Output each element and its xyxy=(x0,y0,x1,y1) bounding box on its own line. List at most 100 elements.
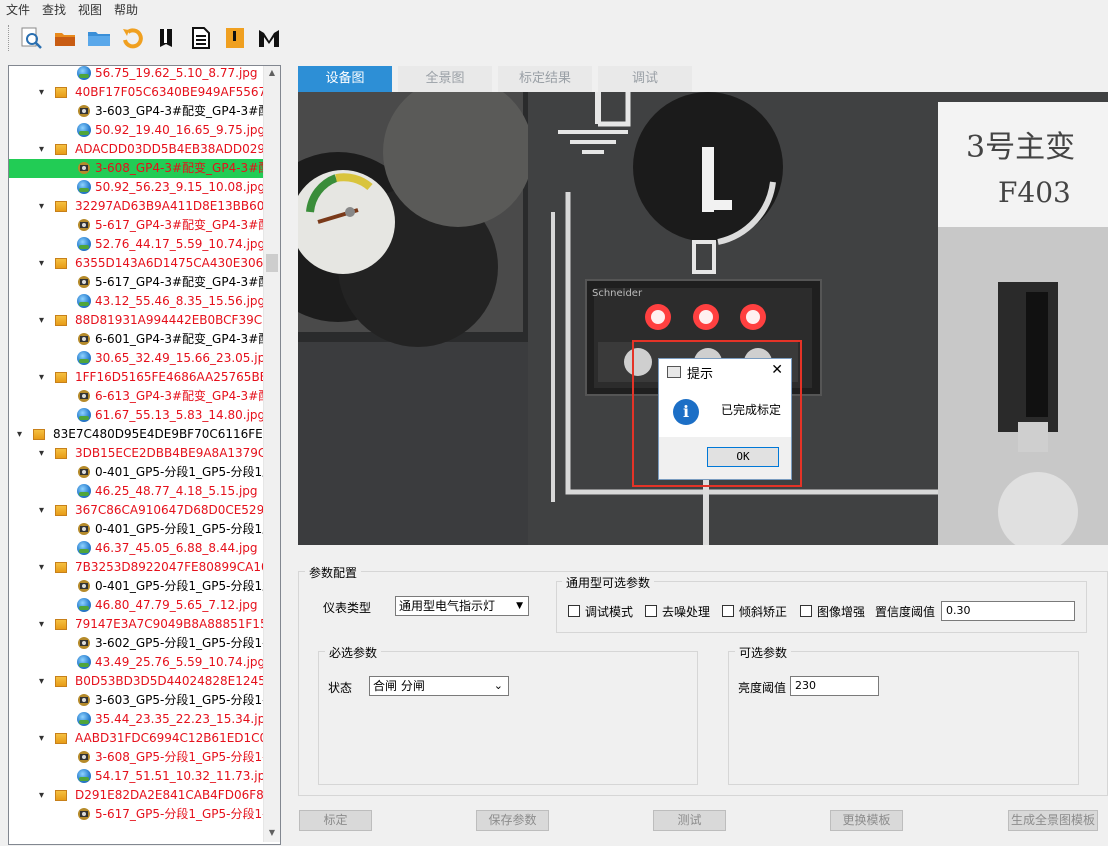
confidence-input[interactable]: 0.30 xyxy=(941,601,1075,621)
state-label: 状态 xyxy=(328,681,353,695)
m-icon[interactable] xyxy=(254,23,284,53)
denoise-label: 去噪处理 xyxy=(662,605,711,619)
expand-arrow-icon[interactable]: ▾ xyxy=(39,729,44,748)
folder-icon[interactable] xyxy=(84,23,114,53)
image-globe-icon xyxy=(77,541,91,555)
tree-scrollbar[interactable]: ▲ ▼ xyxy=(263,66,280,842)
scroll-up-icon[interactable]: ▲ xyxy=(264,68,280,77)
menu-view[interactable]: 视图 xyxy=(72,1,108,18)
expand-arrow-icon[interactable]: ▾ xyxy=(39,368,44,387)
tree-file-row[interactable]: 6-601_GP4-3#配变_GP4-3#配 xyxy=(9,330,264,349)
expand-arrow-icon[interactable]: ▾ xyxy=(39,311,44,330)
tree-file-row[interactable]: 43.12_55.46_8.35_15.56.jpg xyxy=(9,292,264,311)
tree-file-row[interactable]: 5-617_GP5-分段1_GP5-分段1- xyxy=(9,805,264,824)
camera-icon xyxy=(77,807,91,821)
tree-file-row[interactable]: 46.80_47.79_5.65_7.12.jpg xyxy=(9,596,264,615)
tree-file-row[interactable]: 3-608_GP4-3#配变_GP4-3#配 xyxy=(9,159,264,178)
tree-folder-row[interactable]: ▾ 367C86CA910647D68D0CE52926 xyxy=(9,501,264,520)
tree-file-row[interactable]: 3-603_GP4-3#配变_GP4-3#配 xyxy=(9,102,264,121)
tree-file-row[interactable]: 50.92_19.40_16.65_9.75.jpg xyxy=(9,121,264,140)
tree-folder-row[interactable]: ▾ B0D53BD3D5D44024828E1245F7 xyxy=(9,672,264,691)
meter-type-select[interactable]: 通用型电气指示灯 ▼ xyxy=(395,596,529,616)
calibrate-button[interactable]: 标定 xyxy=(299,810,372,831)
tree-file-row[interactable]: 5-617_GP4-3#配变_GP4-3#配 xyxy=(9,273,264,292)
tree-folder-row[interactable]: ▾ 32297AD63B9A411D8E13BB60D xyxy=(9,197,264,216)
tree-file-row[interactable]: 50.92_56.23_9.15_10.08.jpg xyxy=(9,178,264,197)
tree-file-row[interactable]: 43.49_25.76_5.59_10.74.jpg xyxy=(9,653,264,672)
expand-arrow-icon[interactable]: ▾ xyxy=(39,254,44,273)
tree-file-row[interactable]: 0-401_GP5-分段1_GP5-分段1局 xyxy=(9,520,264,539)
tree-folder-row[interactable]: ▾ 88D81931A994442EB0BCF39CFE xyxy=(9,311,264,330)
tree-file-row[interactable]: 3-608_GP5-分段1_GP5-分段1- xyxy=(9,748,264,767)
tree-file-row[interactable]: 54.17_51.51_10.32_11.73.jpg xyxy=(9,767,264,786)
document-icon[interactable] xyxy=(186,23,216,53)
tree-folder-row[interactable]: ▾ AABD31FDC6994C12B61ED1C0B xyxy=(9,729,264,748)
toolbar xyxy=(0,20,1108,56)
file-tree[interactable]: 56.75_19.62_5.10_8.77.jpg ▾ 40BF17F05C6340… xyxy=(8,65,281,845)
debug-mode-checkbox[interactable] xyxy=(568,605,580,617)
tree-file-row[interactable]: 61.67_55.13_5.83_14.80.jpg xyxy=(9,406,264,425)
bookmark-icon[interactable] xyxy=(220,23,250,53)
expand-arrow-icon[interactable]: ▾ xyxy=(39,786,44,805)
menu-help[interactable]: 帮助 xyxy=(108,1,144,18)
expand-arrow-icon[interactable]: ▾ xyxy=(39,197,44,216)
tree-folder-row[interactable]: ▾ 83E7C480D95E4DE9BF70C6116FE7D xyxy=(9,425,264,444)
change-template-button[interactable]: 更换模板 xyxy=(830,810,903,831)
denoise-checkbox[interactable] xyxy=(645,605,657,617)
save-params-button[interactable]: 保存参数 xyxy=(476,810,549,831)
tree-file-row[interactable]: 0-401_GP5-分段1_GP5-分段1局 xyxy=(9,577,264,596)
scroll-down-icon[interactable]: ▼ xyxy=(264,828,280,837)
expand-arrow-icon[interactable]: ▾ xyxy=(39,615,44,634)
tree-file-row[interactable]: 52.76_44.17_5.59_10.74.jpg xyxy=(9,235,264,254)
tree-file-row[interactable]: 3-603_GP5-分段1_GP5-分段1- xyxy=(9,691,264,710)
expand-arrow-icon[interactable]: ▾ xyxy=(39,140,44,159)
open-folder-icon[interactable] xyxy=(50,23,80,53)
tab-debug[interactable]: 调试 xyxy=(598,66,692,92)
folder-icon xyxy=(55,448,67,459)
expand-arrow-icon[interactable]: ▾ xyxy=(39,672,44,691)
tab-calibration-result[interactable]: 标定结果 xyxy=(498,66,592,92)
tree-file-row[interactable]: 5-617_GP4-3#配变_GP4-3#配 xyxy=(9,216,264,235)
tree-file-row[interactable]: 56.75_19.62_5.10_8.77.jpg xyxy=(9,66,264,83)
folder-icon xyxy=(55,505,67,516)
menu-find[interactable]: 查找 xyxy=(36,1,72,18)
tree-folder-row[interactable]: ▾ D291E82DA2E841CAB4FD06F88E xyxy=(9,786,264,805)
tree-item-label: 3-608_GP5-分段1_GP5-分段1- xyxy=(95,750,264,764)
tilt-correct-checkbox[interactable] xyxy=(722,605,734,617)
expand-arrow-icon[interactable]: ▾ xyxy=(39,83,44,102)
tab-panorama[interactable]: 全景图 xyxy=(398,66,492,92)
state-select[interactable]: 合闸 分闸 ⌄ xyxy=(369,676,509,696)
dialog-titlebar[interactable]: 提示 ✕ xyxy=(659,359,791,385)
close-icon[interactable]: ✕ xyxy=(771,362,783,378)
tree-folder-row[interactable]: ▾ 6355D143A6D1475CA430E30642 xyxy=(9,254,264,273)
search-doc-icon[interactable] xyxy=(16,23,46,53)
tree-folder-row[interactable]: ▾ 1FF16D5165FE4686AA25765BE2 xyxy=(9,368,264,387)
enhance-checkbox[interactable] xyxy=(800,605,812,617)
tree-file-row[interactable]: 0-401_GP5-分段1_GP5-分段1局 xyxy=(9,463,264,482)
generate-panorama-template-button[interactable]: 生成全景图模板 xyxy=(1008,810,1098,831)
tree-file-row[interactable]: 30.65_32.49_15.66_23.05.jpg xyxy=(9,349,264,368)
tree-folder-row[interactable]: ▾ ADACDD03DD5B4EB38ADD029C xyxy=(9,140,264,159)
expand-arrow-icon[interactable]: ▾ xyxy=(39,444,44,463)
refresh-icon[interactable] xyxy=(118,23,148,53)
expand-arrow-icon[interactable]: ▾ xyxy=(17,425,22,444)
brightness-input[interactable]: 230 xyxy=(790,676,879,696)
tree-folder-row[interactable]: ▾ 3DB15ECE2DBB4BE9A8A1379C3 xyxy=(9,444,264,463)
tree-folder-row[interactable]: ▾ 79147E3A7C9049B8A88851F15D xyxy=(9,615,264,634)
scroll-thumb[interactable] xyxy=(266,254,278,272)
book-icon[interactable] xyxy=(152,23,182,53)
expand-arrow-icon[interactable]: ▾ xyxy=(39,501,44,520)
tree-folder-row[interactable]: ▾ 40BF17F05C6340BE949AF556730 xyxy=(9,83,264,102)
tab-device-image[interactable]: 设备图 xyxy=(298,66,392,92)
tree-file-row[interactable]: 35.44_23.35_22.23_15.34.jpg xyxy=(9,710,264,729)
menu-file[interactable]: 文件 xyxy=(0,1,36,18)
tree-folder-row[interactable]: ▾ 7B3253D8922047FE80899CA106 xyxy=(9,558,264,577)
tree-file-row[interactable]: 46.37_45.05_6.88_8.44.jpg xyxy=(9,539,264,558)
tree-file-row[interactable]: 3-602_GP5-分段1_GP5-分段1- xyxy=(9,634,264,653)
tree-file-row[interactable]: 46.25_48.77_4.18_5.15.jpg xyxy=(9,482,264,501)
test-button[interactable]: 测试 xyxy=(653,810,726,831)
tree-file-row[interactable]: 6-613_GP4-3#配变_GP4-3#配 xyxy=(9,387,264,406)
expand-arrow-icon[interactable]: ▾ xyxy=(39,558,44,577)
ok-button[interactable]: OK xyxy=(707,447,779,467)
info-icon: i xyxy=(673,399,699,425)
